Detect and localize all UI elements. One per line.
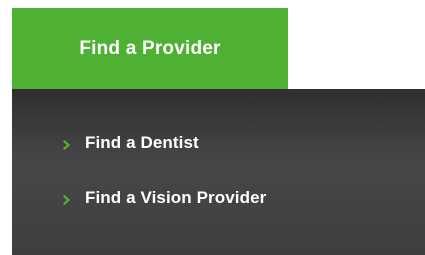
chevron-right-icon [59,195,75,205]
menu-item-find-a-dentist[interactable]: Find a Dentist [59,133,199,153]
tab-label: Find a Provider [79,37,221,59]
chevron-right-icon [59,140,75,150]
find-a-provider-tab[interactable]: Find a Provider [12,8,288,89]
menu-item-label: Find a Vision Provider [85,188,267,207]
menu-item-label: Find a Dentist [85,133,199,152]
provider-nav: Find a Provider Find a Dentist Find a Vi… [0,0,425,255]
menu-item-find-a-vision-provider[interactable]: Find a Vision Provider [59,188,266,208]
provider-dropdown-menu: Find a Dentist Find a Vision Provider [12,89,425,255]
